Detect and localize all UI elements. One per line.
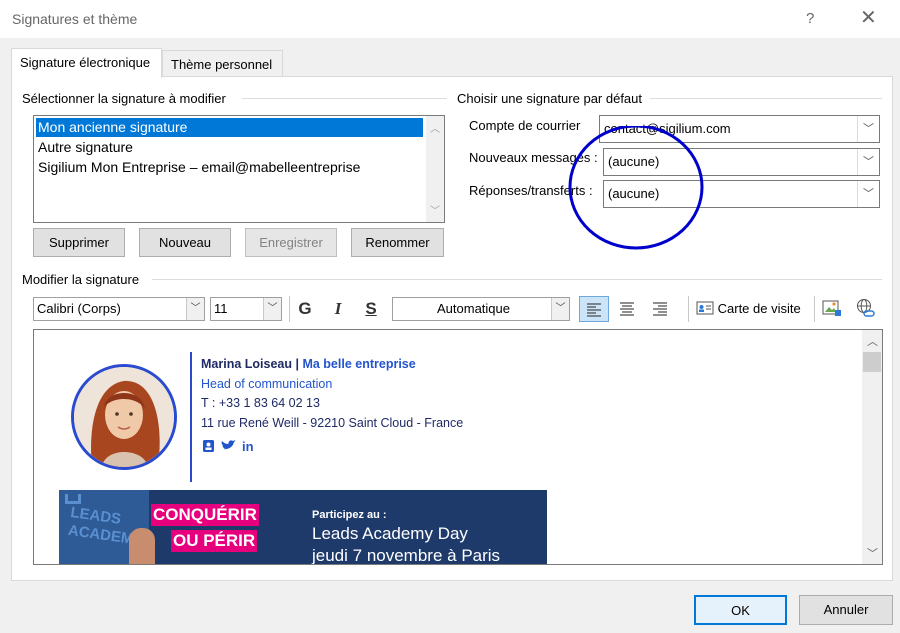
tab-signature[interactable]: Signature électronique xyxy=(11,48,162,78)
chevron-down-icon[interactable]: ﹀ xyxy=(263,298,281,320)
rename-button[interactable]: Renommer xyxy=(351,228,444,257)
align-right-button[interactable] xyxy=(647,296,673,320)
font-select[interactable]: Calibri (Corps) ﹀ xyxy=(33,297,205,321)
bold-button[interactable]: G xyxy=(294,297,316,321)
insert-link-button[interactable] xyxy=(855,298,877,320)
banner-speaker-photo xyxy=(129,528,155,564)
edit-section-header: Modifier la signature xyxy=(22,272,140,287)
signature-list[interactable]: Mon ancienne signature Autre signature S… xyxy=(33,115,445,223)
help-button[interactable]: ? xyxy=(806,10,814,27)
toolbar-separator xyxy=(688,296,689,322)
tab-theme-label: Thème personnel xyxy=(171,57,273,72)
toolbar-separator xyxy=(289,296,290,322)
banner-logo-icon xyxy=(65,494,81,504)
underline-button[interactable]: S xyxy=(360,297,382,321)
promo-banner: LEADS ACADEMY CONQUÉRIR OU PÉRIR Partici… xyxy=(59,490,547,565)
banner-date: jeudi 7 novembre à Paris xyxy=(312,546,501,565)
business-card-button[interactable]: Carte de visite xyxy=(696,299,801,321)
picture-icon xyxy=(822,300,841,316)
signature-role: Head of communication xyxy=(201,377,333,391)
list-item[interactable]: Sigilium Mon Entreprise – email@mabellee… xyxy=(36,158,423,177)
align-right-icon xyxy=(653,302,667,316)
title-bar: Signatures et thème ? ✕ xyxy=(0,0,900,38)
editor-scrollbar[interactable]: ︿ ﹀ xyxy=(862,330,882,564)
banner-event: Leads Academy Day xyxy=(312,524,468,543)
select-section-header: Sélectionner la signature à modifier xyxy=(22,91,226,106)
save-button[interactable]: Enregistrer xyxy=(245,228,337,257)
svg-text:in: in xyxy=(242,439,254,453)
color-value: Automatique xyxy=(437,301,510,316)
list-item[interactable]: Autre signature xyxy=(36,138,423,157)
tab-theme[interactable]: Thème personnel xyxy=(162,50,283,78)
banner-lead: Participez au : xyxy=(312,509,387,521)
divider xyxy=(650,98,882,99)
signature-divider xyxy=(190,352,192,482)
signature-address: 11 rue René Weill - 92210 Saint Cloud - … xyxy=(201,416,464,430)
scroll-down-icon[interactable]: ﹀ xyxy=(430,202,440,217)
size-select[interactable]: 11 ﹀ xyxy=(210,297,282,321)
align-left-icon xyxy=(587,303,601,317)
size-value: 11 xyxy=(214,301,228,316)
chevron-down-icon[interactable]: ﹀ xyxy=(857,149,879,175)
divider xyxy=(152,279,882,280)
avatar xyxy=(71,364,177,470)
business-card-label: Carte de visite xyxy=(717,301,801,316)
avatar-photo xyxy=(74,367,174,467)
color-select[interactable]: Automatique ﹀ xyxy=(392,297,570,321)
scroll-down-icon[interactable]: ﹀ xyxy=(867,545,878,561)
window-title: Signatures et thème xyxy=(12,11,138,27)
default-section-header: Choisir une signature par défaut xyxy=(457,91,643,106)
hyperlink-icon xyxy=(857,299,875,317)
list-item[interactable]: Mon ancienne signature xyxy=(36,118,423,137)
new-button[interactable]: Nouveau xyxy=(139,228,231,257)
divider xyxy=(242,98,447,99)
signature-name-line: Marina Loiseau | Ma belle entreprise xyxy=(201,357,416,371)
chevron-down-icon[interactable]: ﹀ xyxy=(857,181,879,207)
tab-signature-label: Signature électronique xyxy=(20,55,151,70)
social-icons: in xyxy=(202,439,272,454)
align-center-button[interactable] xyxy=(614,296,640,320)
close-button[interactable]: ✕ xyxy=(860,8,877,28)
signature-editor[interactable]: Marina Loiseau | Ma belle entreprise Hea… xyxy=(33,329,883,565)
banner-headline-2: OU PÉRIR xyxy=(171,530,258,552)
chevron-down-icon[interactable]: ﹀ xyxy=(186,298,204,320)
signature-name: Marina Loiseau xyxy=(201,357,292,371)
signature-company: Ma belle entreprise xyxy=(302,357,416,371)
ok-button[interactable]: OK xyxy=(694,595,787,625)
align-left-button[interactable] xyxy=(579,296,609,322)
chevron-down-icon[interactable]: ﹀ xyxy=(857,116,879,142)
account-label: Compte de courrier xyxy=(469,118,581,133)
insert-picture-button[interactable] xyxy=(822,298,844,320)
chevron-down-icon[interactable]: ﹀ xyxy=(551,298,569,320)
delete-button[interactable]: Supprimer xyxy=(33,228,125,257)
scroll-up-icon[interactable]: ︿ xyxy=(867,333,878,349)
signature-separator: | xyxy=(292,357,303,371)
cancel-button[interactable]: Annuler xyxy=(799,595,893,625)
contact-icon[interactable] xyxy=(203,440,214,452)
italic-button[interactable]: I xyxy=(327,297,349,321)
scroll-thumb[interactable] xyxy=(863,352,881,372)
signature-phone: T : +33 1 83 64 02 13 xyxy=(201,396,320,410)
business-card-icon xyxy=(696,301,714,315)
list-scrollbar[interactable]: ︿ ﹀ xyxy=(426,116,444,222)
align-center-icon xyxy=(620,302,634,316)
twitter-icon[interactable] xyxy=(221,440,236,450)
banner-headline-1: CONQUÉRIR xyxy=(151,504,259,526)
signature-panel: Sélectionner la signature à modifier Mon… xyxy=(11,76,893,581)
annotation-circle xyxy=(568,126,704,250)
scroll-up-icon[interactable]: ︿ xyxy=(430,120,440,135)
toolbar-separator xyxy=(814,296,815,322)
font-value: Calibri (Corps) xyxy=(37,301,121,316)
linkedin-icon[interactable]: in xyxy=(242,439,254,454)
